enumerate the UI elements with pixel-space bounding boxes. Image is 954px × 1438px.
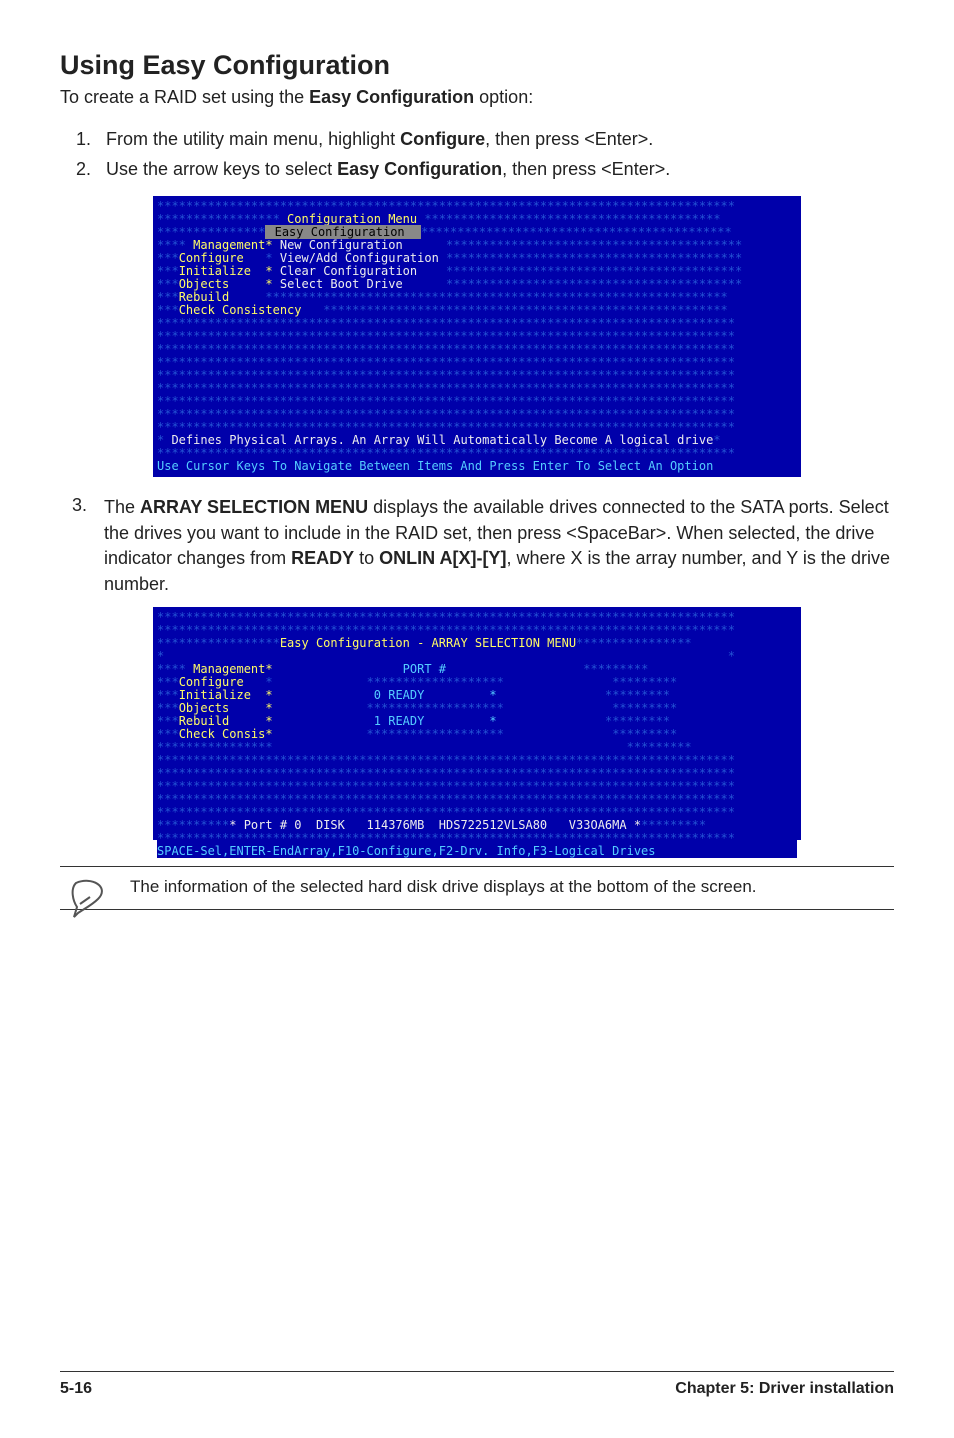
step3-b2: READY: [291, 548, 354, 568]
bios2-info: Port # 0 DISK 114376MB HDS722512VLSA80 V…: [244, 818, 627, 832]
intro-strong: Easy Configuration: [309, 87, 474, 107]
bios1-check: Check Consistency: [179, 303, 302, 317]
bios1-initialize: Initialize: [179, 264, 251, 278]
step-1: From the utility main menu, highlight Co…: [96, 126, 894, 152]
bios2-row0: 0 READY: [374, 688, 425, 702]
bios2-port-hdr: PORT #: [403, 662, 446, 676]
step-2: Use the arrow keys to select Easy Config…: [96, 156, 894, 182]
bios1-title: Configuration Menu: [280, 212, 425, 226]
step3-a: The: [104, 497, 140, 517]
bios2-title: Easy Configuration - ARRAY SELECTION MEN…: [280, 636, 576, 650]
step2-pre: Use the arrow keys to select: [106, 159, 337, 179]
bios1-highlighted: Easy Configuration: [265, 225, 421, 239]
bios1-objects: Objects: [179, 277, 230, 291]
bios2-row1: 1 READY: [374, 714, 425, 728]
intro-post: option:: [474, 87, 533, 107]
step3-d: to: [354, 548, 379, 568]
bios1-rebuild: Rebuild: [179, 290, 230, 304]
steps-list: From the utility main menu, highlight Co…: [60, 126, 894, 182]
bios2-configure: Configure: [179, 675, 244, 689]
note-box: The information of the selected hard dis…: [60, 866, 894, 910]
step2-post: , then press <Enter>.: [502, 159, 670, 179]
bios1-help: Defines Physical Arrays. An Array Will A…: [164, 433, 713, 447]
bios2-footer: SPACE-Sel,ENTER-EndArray,F10-Configure,F…: [157, 844, 656, 858]
bios1-clear: Clear Configuration: [280, 264, 417, 278]
footer-chapter: Chapter 5: Driver installation: [675, 1380, 894, 1398]
intro-text: To create a RAID set using the Easy Conf…: [60, 87, 894, 108]
bios2-initialize: Initialize: [179, 688, 251, 702]
step2-bold: Easy Configuration: [337, 159, 502, 179]
note-icon: [70, 877, 112, 919]
bios1-management: Management: [193, 238, 265, 252]
bios-screenshot-1: ****************************************…: [153, 196, 801, 477]
bios1-view: View/Add Configuration: [280, 251, 439, 265]
step-3: The ARRAY SELECTION MENU displays the av…: [104, 495, 894, 597]
bios1-configure: Configure: [179, 251, 244, 265]
bios1-footer: Use Cursor Keys To Navigate Between Item…: [157, 459, 713, 473]
page-heading: Using Easy Configuration: [60, 50, 894, 81]
footer-page-number: 5-16: [60, 1380, 92, 1398]
bios1-new: New Configuration: [280, 238, 403, 252]
step3-b3: ONLIN A[X]-[Y]: [379, 548, 506, 568]
intro-pre: To create a RAID set using the: [60, 87, 309, 107]
bios2-objects: Objects: [179, 701, 230, 715]
bios-screenshot-2: ****************************************…: [153, 607, 801, 840]
bios2-check: Check Consis: [179, 727, 266, 741]
step1-bold: Configure: [400, 129, 485, 149]
page-footer: 5-16 Chapter 5: Driver installation: [60, 1371, 894, 1398]
step3-number: 3.: [72, 495, 104, 597]
bios2-rebuild: Rebuild: [179, 714, 230, 728]
step1-pre: From the utility main menu, highlight: [106, 129, 400, 149]
step3-b1: ARRAY SELECTION MENU: [140, 497, 368, 517]
bios1-boot: Select Boot Drive: [280, 277, 403, 291]
step1-post: , then press <Enter>.: [485, 129, 653, 149]
note-text: The information of the selected hard dis…: [130, 877, 757, 896]
bios2-management: Management: [193, 662, 265, 676]
